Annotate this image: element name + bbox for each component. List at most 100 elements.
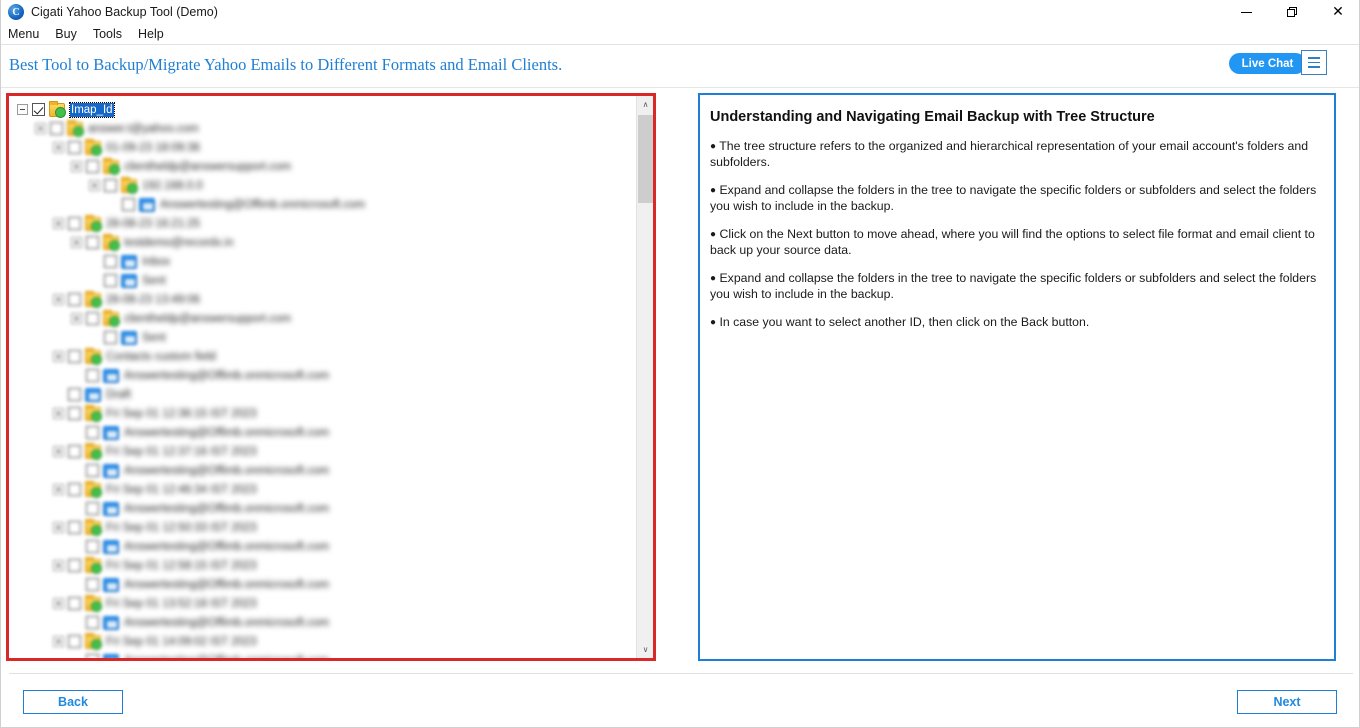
next-button[interactable]: Next: [1237, 690, 1337, 714]
menu-item-tools[interactable]: Tools: [85, 24, 130, 44]
scroll-down-icon[interactable]: ∨: [637, 641, 653, 658]
tree-node[interactable]: Answertesting@Offimb.onmicrosoft.com: [9, 575, 634, 594]
tree-node[interactable]: 01-09-23 18:09:36: [9, 138, 634, 157]
tree-node-checkbox[interactable]: [68, 350, 81, 363]
tree-node-checkbox[interactable]: [86, 369, 99, 382]
tree-node[interactable]: Inbox: [9, 252, 634, 271]
tree-node-label: answer.t@yahoo.com: [88, 122, 199, 135]
tree-node-checkbox[interactable]: [68, 521, 81, 534]
minimize-button[interactable]: [1223, 0, 1269, 24]
tree-node-checkbox[interactable]: [86, 160, 99, 173]
close-button[interactable]: ✕: [1315, 0, 1359, 24]
tree-node-checkbox[interactable]: [86, 578, 99, 591]
tree-node-label: clientheldp@answersupport.com: [124, 160, 292, 173]
folder-check-icon: [85, 480, 102, 498]
expand-icon[interactable]: [53, 294, 64, 305]
tree-node-checkbox[interactable]: [68, 559, 81, 572]
tree-node[interactable]: Answertesting@Offimb.onmicrosoft.com: [9, 499, 634, 518]
tree-node-checkbox[interactable]: [122, 198, 135, 211]
menu-item-buy[interactable]: Buy: [47, 24, 85, 44]
tree-node[interactable]: Fri Sep 01 14:09:02 IST 2023: [9, 632, 634, 651]
tree-node-checkbox[interactable]: [86, 654, 99, 658]
scroll-up-icon[interactable]: ∧: [637, 96, 653, 113]
tree-node[interactable]: testdemo@recordx.in: [9, 233, 634, 252]
expand-icon[interactable]: [53, 598, 64, 609]
expand-icon[interactable]: [53, 446, 64, 457]
tree-node[interactable]: clientheldp@answersupport.com: [9, 157, 634, 176]
tree-node[interactable]: Answertesting@Offimb.onmicrosoft.com: [9, 366, 634, 385]
expand-icon[interactable]: [71, 313, 82, 324]
tree-node-checkbox[interactable]: [104, 331, 117, 344]
tree-node[interactable]: 28-08-23 13:49:06: [9, 290, 634, 309]
tree-node-checkbox[interactable]: [68, 635, 81, 648]
live-chat-button[interactable]: Live Chat: [1229, 53, 1306, 74]
hamburger-menu-icon[interactable]: [1301, 50, 1327, 75]
folder-tree-viewport[interactable]: Imap_Id answer.t@yahoo.com 01-09-23 18:09:…: [9, 96, 634, 658]
tree-node[interactable]: answer.t@yahoo.com: [9, 119, 634, 138]
tree-node-checkbox[interactable]: [50, 122, 63, 135]
tree-node[interactable]: Fri Sep 01 12:37:16 IST 2023: [9, 442, 634, 461]
tree-node-label: 28-08-23 16:21:25: [106, 217, 200, 230]
tree-node[interactable]: Contacts custom field: [9, 347, 634, 366]
expand-icon[interactable]: [53, 560, 64, 571]
tree-node-checkbox[interactable]: [86, 540, 99, 553]
tree-node[interactable]: 192.168.0.0: [9, 176, 634, 195]
tree-node-checkbox[interactable]: [86, 502, 99, 515]
tree-node[interactable]: Fri Sep 01 12:36:15 IST 2023: [9, 404, 634, 423]
tree-node[interactable]: 28-08-23 16:21:25: [9, 214, 634, 233]
back-button[interactable]: Back: [23, 690, 123, 714]
tree-node[interactable]: Answertesting@Offimb.onmicrosoft.com: [9, 195, 634, 214]
expand-icon[interactable]: [53, 484, 64, 495]
collapse-icon[interactable]: [17, 104, 28, 115]
expand-icon[interactable]: [53, 522, 64, 533]
expand-icon[interactable]: [53, 408, 64, 419]
expand-icon[interactable]: [53, 351, 64, 362]
tree-scrollbar[interactable]: ∧ ∨: [636, 96, 653, 658]
tree-node-checkbox[interactable]: [86, 312, 99, 325]
folder-check-icon: [85, 594, 102, 612]
tree-node-checkbox[interactable]: [68, 293, 81, 306]
expand-icon[interactable]: [53, 636, 64, 647]
tree-node[interactable]: Imap_Id: [9, 100, 634, 119]
tree-node-checkbox[interactable]: [86, 616, 99, 629]
expand-icon[interactable]: [71, 237, 82, 248]
tree-node[interactable]: Fri Sep 01 12:46:34 IST 2023: [9, 480, 634, 499]
tree-node-checkbox[interactable]: [68, 407, 81, 420]
tree-node[interactable]: clientheldp@answersupport.com: [9, 309, 634, 328]
tree-node-checkbox[interactable]: [86, 236, 99, 249]
tree-node[interactable]: Draft: [9, 385, 634, 404]
tree-node-checkbox[interactable]: [86, 464, 99, 477]
expand-icon[interactable]: [71, 161, 82, 172]
tree-node-checkbox[interactable]: [86, 426, 99, 439]
tree-node[interactable]: Answertesting@Offimb.onmicrosoft.com: [9, 613, 634, 632]
restore-button[interactable]: [1269, 0, 1315, 24]
tree-node[interactable]: Sent: [9, 328, 634, 347]
tree-node[interactable]: Sent: [9, 271, 634, 290]
menu-item-help[interactable]: Help: [130, 24, 172, 44]
tree-node-checkbox[interactable]: [68, 483, 81, 496]
tree-node[interactable]: Fri Sep 01 13:52:18 IST 2023: [9, 594, 634, 613]
tree-node-checkbox[interactable]: [68, 597, 81, 610]
tree-node-checkbox[interactable]: [68, 217, 81, 230]
tree-node[interactable]: Fri Sep 01 12:58:15 IST 2023: [9, 556, 634, 575]
tree-node-label: Sent: [142, 331, 166, 344]
tree-node-checkbox[interactable]: [104, 179, 117, 192]
tree-node-checkbox[interactable]: [68, 141, 81, 154]
tree-node[interactable]: Fri Sep 01 12:50:33 IST 2023: [9, 518, 634, 537]
scrollbar-thumb[interactable]: [638, 115, 653, 203]
tree-node[interactable]: Answertesting@Offimb.onmicrosoft.com: [9, 461, 634, 480]
expand-icon[interactable]: [53, 218, 64, 229]
app-logo-icon: C: [8, 4, 24, 20]
menu-item-menu[interactable]: Menu: [1, 24, 47, 44]
tree-node[interactable]: Answertesting@Offimb.onmicrosoft.com: [9, 651, 634, 658]
expand-icon[interactable]: [35, 123, 46, 134]
tree-node[interactable]: Answertesting@Offimb.onmicrosoft.com: [9, 423, 634, 442]
tree-node-checkbox[interactable]: [32, 103, 45, 116]
tree-node-checkbox[interactable]: [68, 445, 81, 458]
tree-node[interactable]: Answertesting@Offimb.onmicrosoft.com: [9, 537, 634, 556]
expand-icon[interactable]: [53, 142, 64, 153]
expand-icon[interactable]: [89, 180, 100, 191]
tree-node-checkbox[interactable]: [68, 388, 81, 401]
tree-node-checkbox[interactable]: [104, 274, 117, 287]
tree-node-checkbox[interactable]: [104, 255, 117, 268]
